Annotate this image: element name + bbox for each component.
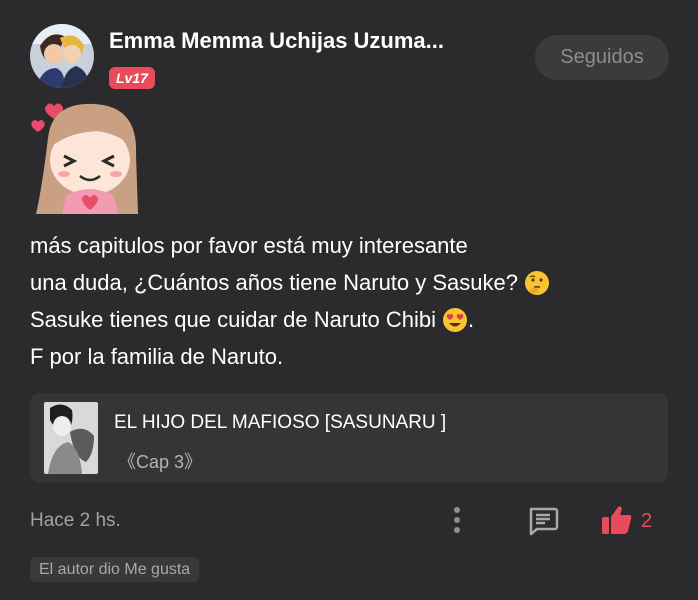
chibi-sticker — [28, 98, 146, 216]
story-cover-image — [44, 402, 98, 474]
story-chapter: 《Cap 3》 — [118, 452, 203, 472]
reply-comment-icon[interactable] — [527, 505, 559, 537]
comment-line-text: Sasuke tienes que cuidar de Naruto Chibi — [30, 307, 437, 332]
comment-timestamp: Hace 2 hs. — [30, 510, 121, 531]
heart-eyes-icon — [442, 307, 468, 333]
author-liked-badge: El autor dio Me gusta — [30, 557, 200, 582]
level-badge: Lv17 — [109, 67, 155, 89]
story-reference-card[interactable]: EL HIJO DEL MAFIOSO [SASUNARU ] 《Cap 3》 — [30, 393, 668, 483]
comment-line-end: . — [468, 307, 475, 332]
like-count: 2 — [641, 510, 653, 532]
comment-line-text: una duda, ¿Cuántos años tiene Naruto y S… — [30, 270, 518, 295]
thinking-face-icon — [524, 270, 550, 296]
more-options-icon[interactable] — [446, 505, 468, 535]
following-button[interactable]: Seguidos — [535, 35, 669, 80]
comment-line: F por la familia de Naruto. — [30, 344, 284, 369]
thumbs-up-icon[interactable] — [600, 503, 634, 537]
story-title[interactable]: EL HIJO DEL MAFIOSO [SASUNARU ] — [114, 412, 446, 434]
user-avatar[interactable] — [30, 24, 94, 88]
comment-text: más capitulos por favor está muy interes… — [30, 227, 670, 375]
comment-line: más capitulos por favor está muy interes… — [30, 233, 468, 258]
heart-icon — [31, 120, 45, 132]
comment-line: una duda, ¿Cuántos años tiene Naruto y S… — [30, 264, 670, 301]
username[interactable]: Emma Memma Uchijas Uzuma... — [109, 28, 444, 54]
comment-line: Sasuke tienes que cuidar de Naruto Chibi… — [30, 301, 670, 338]
